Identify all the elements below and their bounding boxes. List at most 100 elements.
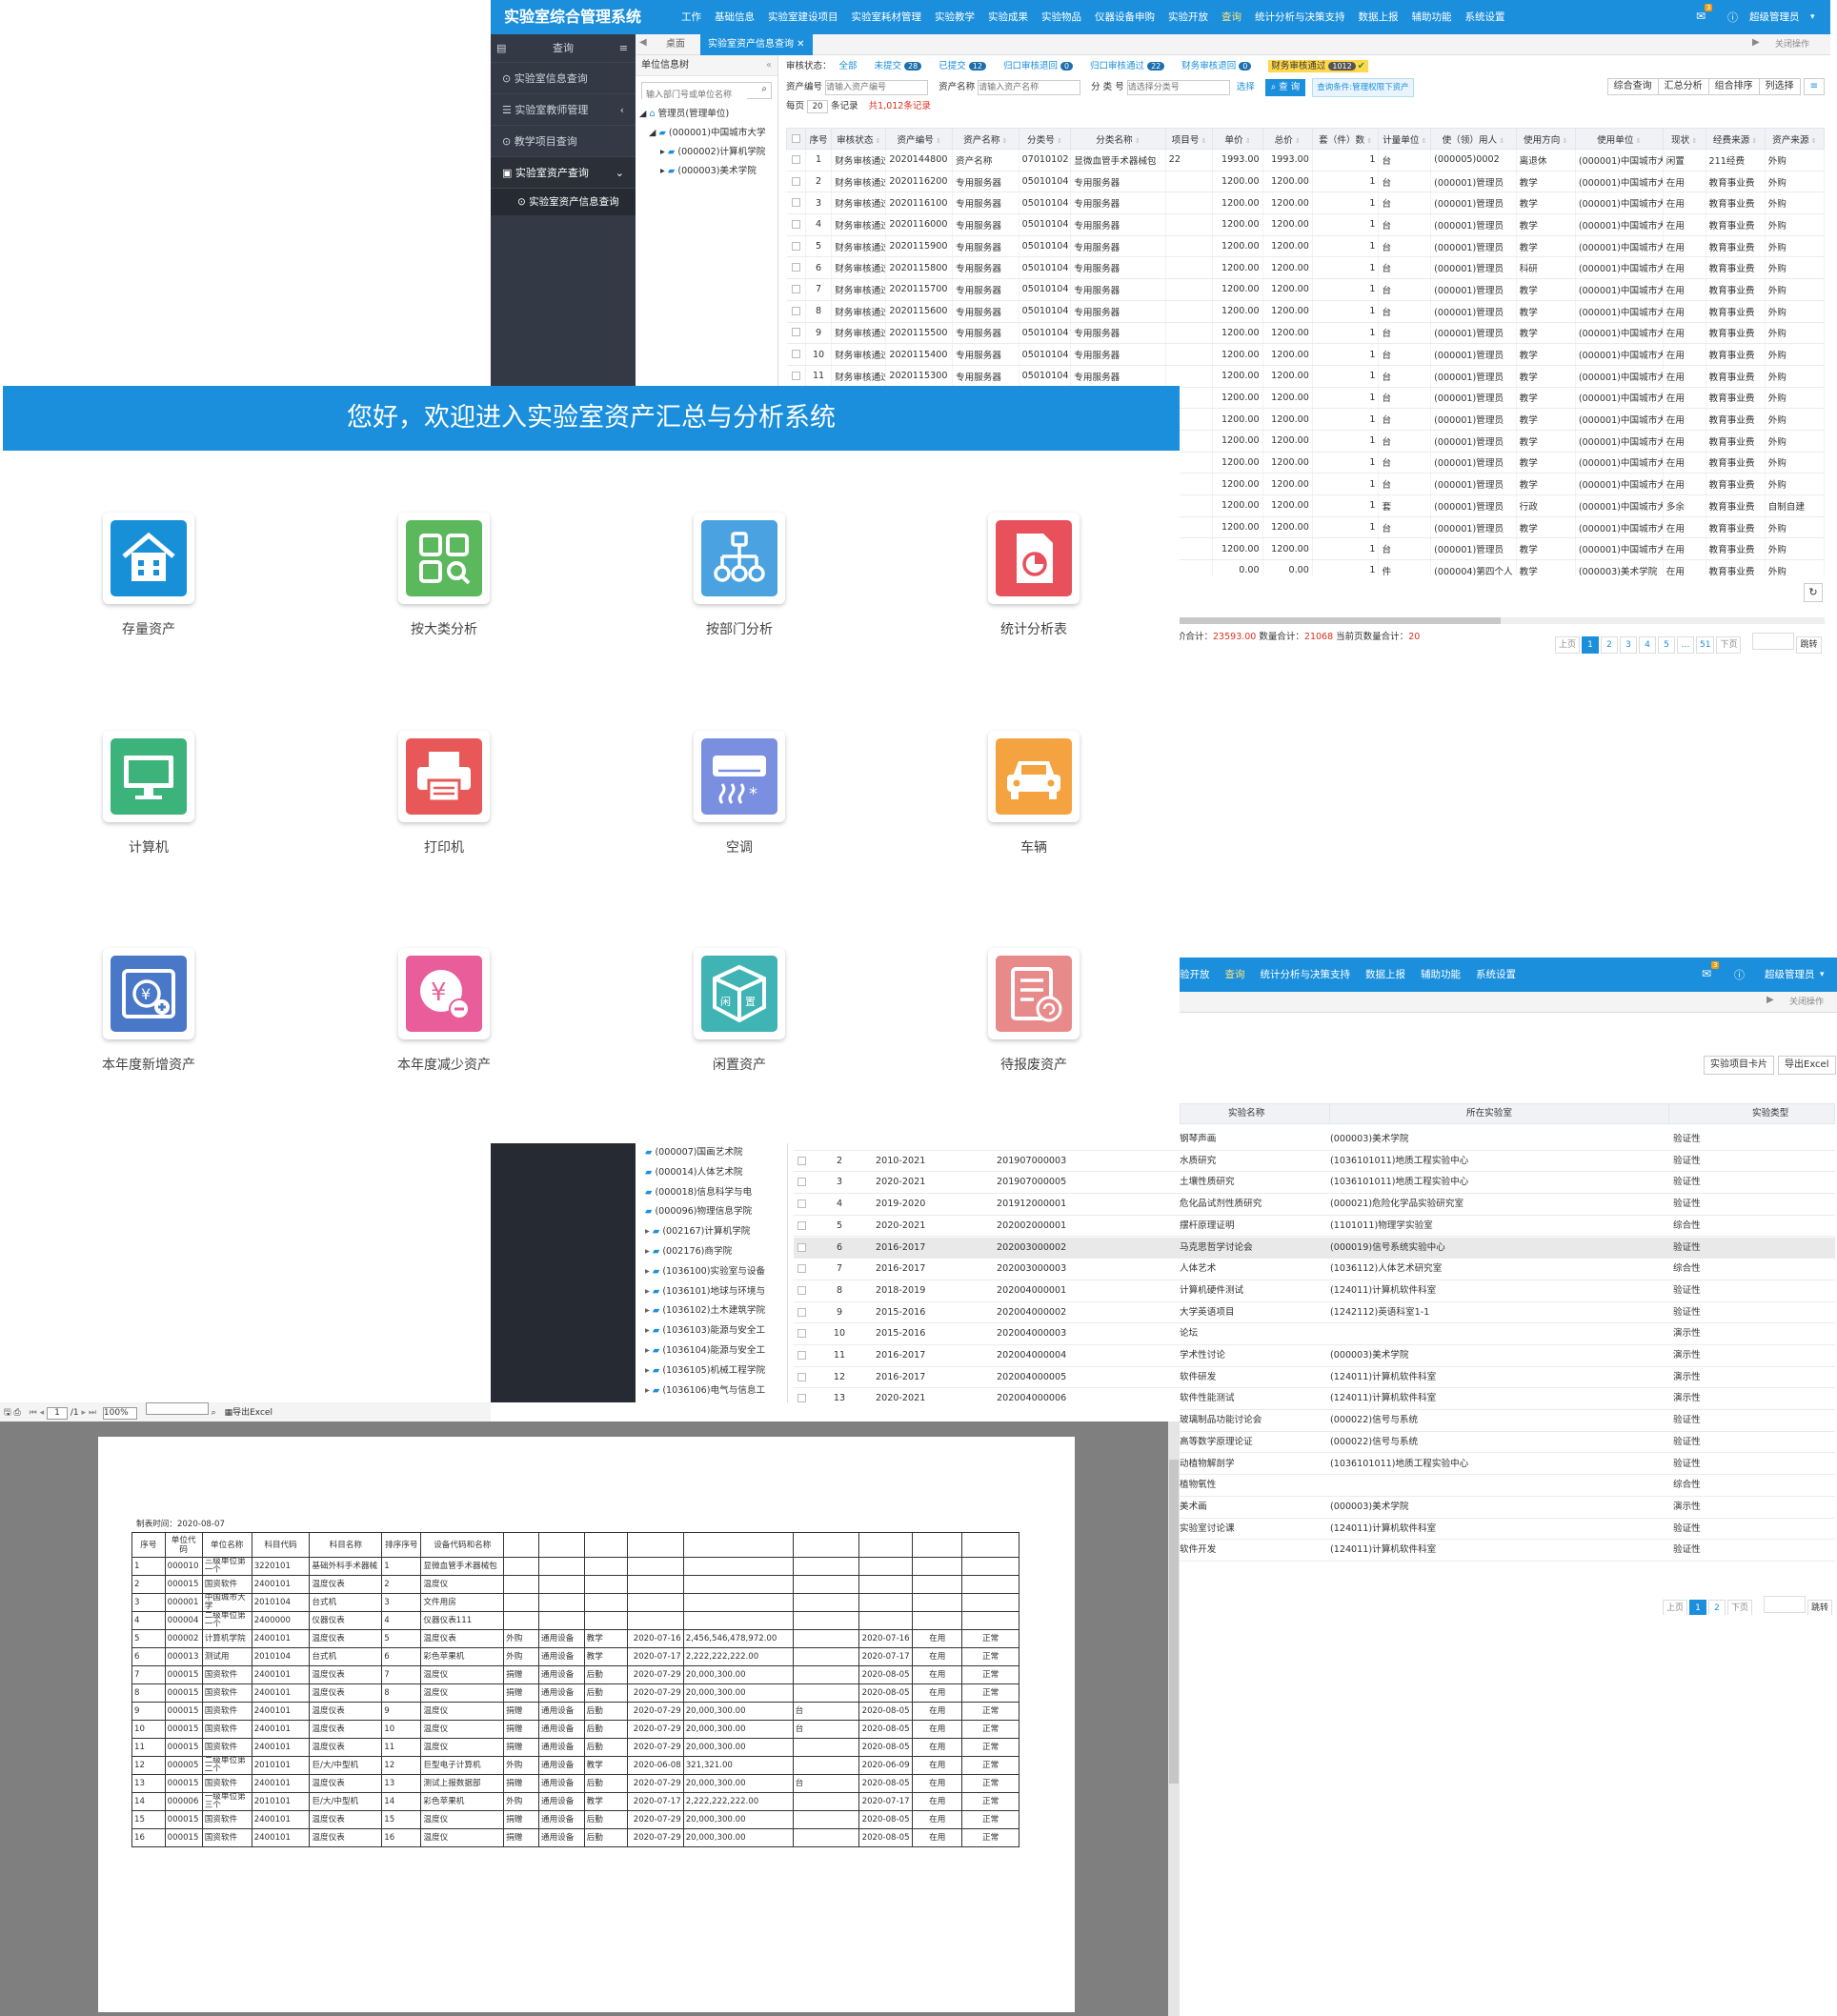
tree-node[interactable]: ▸ ▰ (1036102)土木建筑学院 <box>645 1301 787 1321</box>
page-link[interactable]: 51 <box>1696 636 1715 654</box>
dashboard-tile[interactable]: 计算机 <box>53 731 244 857</box>
collapse-icon[interactable]: ≡ <box>619 34 628 63</box>
nav-item[interactable]: 基础信息 <box>715 0 755 34</box>
sidebar-item-project[interactable]: ⊙ 教学项目查询 <box>491 126 636 157</box>
tree-node[interactable]: ▸ ▰ (1036103)能源与安全工 <box>645 1321 787 1341</box>
row-checkbox[interactable] <box>791 328 800 337</box>
search-icon[interactable]: ⌕ <box>761 84 767 94</box>
page-link[interactable]: 下页 <box>1727 1600 1753 1615</box>
horizontal-scrollbar[interactable] <box>1158 617 1825 624</box>
column-header[interactable]: 套（件）数 ⇕ <box>1311 128 1380 150</box>
table-row[interactable]: 实验室讨论课 (124011)计算机软件科室 验证性 <box>1180 1518 1835 1541</box>
table-row[interactable]: 1 <box>794 1143 1180 1151</box>
table-row[interactable]: 6 2016-2017 202003000002 <box>794 1237 1180 1260</box>
user-menu[interactable]: 超级管理员 <box>1765 958 1815 992</box>
table-row[interactable]: 软件研发 (124011)计算机软件科室 演示性 <box>1180 1366 1835 1389</box>
row-checkbox[interactable] <box>791 176 800 186</box>
tree-node[interactable]: ▰ (000007)国画艺术院 <box>645 1143 787 1163</box>
nav-item[interactable]: 实验物品 <box>1041 0 1081 34</box>
row-checkbox[interactable] <box>797 1200 806 1209</box>
select-all-checkbox[interactable] <box>786 128 806 150</box>
table-row[interactable]: 5 2020-2021 202002000001 <box>794 1215 1180 1238</box>
tab-asset-info[interactable]: 实验室资产信息查询 ✕ <box>700 34 813 55</box>
column-header[interactable]: 资产来源 ⇕ <box>1764 128 1825 150</box>
table-row[interactable]: 危化品试剂性质研究 (000021)危险化学品实验研究室 验证性 <box>1180 1194 1835 1216</box>
row-checkbox[interactable] <box>797 1264 806 1274</box>
sidebar-subitem-asset-info[interactable]: ⊙ 实验室资产信息查询 <box>491 189 636 215</box>
nav-item[interactable]: 验开放 <box>1180 958 1210 992</box>
column-header[interactable]: 使用方向 ⇕ <box>1515 128 1576 150</box>
row-checkbox[interactable] <box>791 263 800 272</box>
table-row[interactable]: 4 财务审核通过 2020116000 专用服务器 05010104 专用服务器 1200.… <box>786 213 1825 236</box>
table-row[interactable]: 玻璃制品功能讨论会 (000022)信号与系统 验证性 <box>1180 1410 1835 1432</box>
first-page-icon[interactable]: ⏮ <box>30 1408 37 1418</box>
table-row[interactable]: 5 财务审核通过 2020115900 专用服务器 05010104 专用服务器 1200.… <box>786 235 1825 258</box>
zoom-select[interactable]: 100% <box>102 1407 137 1420</box>
table-row[interactable]: 8 2018-2019 202004000001 <box>794 1280 1180 1302</box>
prev-page-icon[interactable]: ◂ <box>40 1408 45 1418</box>
column-header[interactable]: 序号 <box>804 128 833 150</box>
status-tab[interactable]: 财务审核退回 0 <box>1181 61 1252 71</box>
table-row[interactable]: 2 2010-2021 201907000003 <box>794 1150 1180 1173</box>
row-checkbox[interactable] <box>791 284 800 293</box>
nav-item[interactable]: 实验室耗材管理 <box>852 0 922 34</box>
table-row[interactable]: 钢琴声画 (000003)美术学院 验证性 <box>1180 1129 1835 1151</box>
status-tab[interactable]: 归口审核通过 22 <box>1090 61 1165 71</box>
status-tab[interactable]: 全部 <box>839 61 858 71</box>
table-row[interactable]: 马克思哲学讨论会 (000019)信号系统实验中心 验证性 <box>1180 1237 1835 1260</box>
row-checkbox[interactable] <box>797 1156 806 1165</box>
column-header[interactable]: 项目号 ⇕ <box>1164 128 1214 150</box>
table-row[interactable]: 10 财务审核通过 2020115400 专用服务器 05010104 专用服务器 1200… <box>786 343 1825 366</box>
column-header[interactable]: 经费来源 ⇕ <box>1705 128 1766 150</box>
jump-button[interactable]: 跳转 <box>1796 636 1822 654</box>
mail-icon[interactable]: ✉ <box>1702 967 1711 980</box>
table-row[interactable]: 学术性讨论 (000003)美术学院 演示性 <box>1180 1345 1835 1367</box>
nav-item[interactable]: 工作 <box>681 0 701 34</box>
column-header[interactable]: 使（领）用人 ⇕ <box>1430 128 1517 150</box>
table-row[interactable]: 6 财务审核通过 2020115800 专用服务器 05010104 专用服务器 1200.… <box>786 256 1825 280</box>
row-checkbox[interactable] <box>791 241 800 251</box>
excel-icon[interactable]: ▦ <box>225 1408 233 1418</box>
column-header[interactable]: 资产名称 ⇕ <box>952 128 1019 150</box>
column-header[interactable]: 分类号 ⇕ <box>1018 128 1072 150</box>
status-tab[interactable]: 已提交 12 <box>939 61 986 71</box>
table-row[interactable]: 软件开发 (124011)计算机软件科室 验证性 <box>1180 1540 1835 1562</box>
dashboard-tile[interactable]: 按大类分析 <box>349 513 539 638</box>
table-row[interactable]: 12 2016-2017 202004000005 <box>794 1366 1180 1389</box>
table-row[interactable]: 2 财务审核通过 2020116200 专用服务器 05010104 专用服务器 1200.… <box>786 171 1825 193</box>
row-checkbox[interactable] <box>797 1242 806 1252</box>
table-row[interactable]: 高等数学原理论证 (000022)信号与系统 验证性 <box>1180 1431 1835 1454</box>
nav-item[interactable]: 数据上报 <box>1365 958 1405 992</box>
tree-node[interactable]: ▸ ▰ (1036101)地球与环境与 <box>645 1282 787 1302</box>
close-ops-menu[interactable]: 关闭操作 <box>1789 992 1824 1013</box>
table-row[interactable]: 9 财务审核通过 2020115500 专用服务器 05010104 专用服务器 1200.… <box>786 322 1825 345</box>
table-row[interactable]: 美术画 (000003)美术学院 演示性 <box>1180 1496 1835 1519</box>
row-checkbox[interactable] <box>797 1307 806 1317</box>
jump-input[interactable] <box>1764 1596 1807 1613</box>
nav-item[interactable]: 实验教学 <box>935 0 975 34</box>
tree-node[interactable]: ◢ ▰ (000001)中国城市大学 <box>639 124 777 143</box>
column-header[interactable]: 分类名称 ⇕ <box>1070 128 1166 150</box>
save-icon[interactable]: 🖫 <box>4 1408 11 1418</box>
row-checkbox[interactable] <box>797 1285 806 1295</box>
tree-node[interactable]: ▸ ▰ (1036104)能源与安全工 <box>645 1341 787 1361</box>
find-icon[interactable]: ⌕ <box>212 1408 216 1418</box>
dashboard-tile[interactable]: ¥ 本年度新增资产 <box>53 948 244 1074</box>
refresh-icon[interactable]: ↻ <box>1804 583 1823 602</box>
column-header[interactable]: 单价 ⇕ <box>1212 128 1263 150</box>
dashboard-tile[interactable]: 统计分析表 <box>939 513 1129 638</box>
query-button[interactable]: ⌕ 查 询 <box>1264 79 1306 96</box>
tab-home[interactable]: 桌面 <box>658 34 693 55</box>
toolbar-button[interactable]: 汇总分析 <box>1657 78 1709 95</box>
tab-prev-icon[interactable]: ◀ <box>639 37 647 48</box>
nav-item[interactable]: 查询 <box>1225 958 1245 992</box>
row-checkbox[interactable] <box>791 306 800 315</box>
status-tab[interactable]: 财务审核通过 1012 ✔ <box>1268 60 1368 72</box>
tree-search-input[interactable] <box>642 88 747 103</box>
table-row[interactable]: 10 2015-2016 202004000003 <box>794 1323 1180 1345</box>
table-row[interactable]: 9 2015-2016 202004000002 <box>794 1301 1180 1324</box>
tree-node[interactable]: ▸ ▰ (1036106)电气与信息工 <box>645 1381 787 1401</box>
nav-item[interactable]: 统计分析与决策支持 <box>1261 958 1351 992</box>
asset-no-input[interactable] <box>825 79 929 95</box>
table-row[interactable]: 7 2016-2017 202003000003 <box>794 1259 1180 1280</box>
